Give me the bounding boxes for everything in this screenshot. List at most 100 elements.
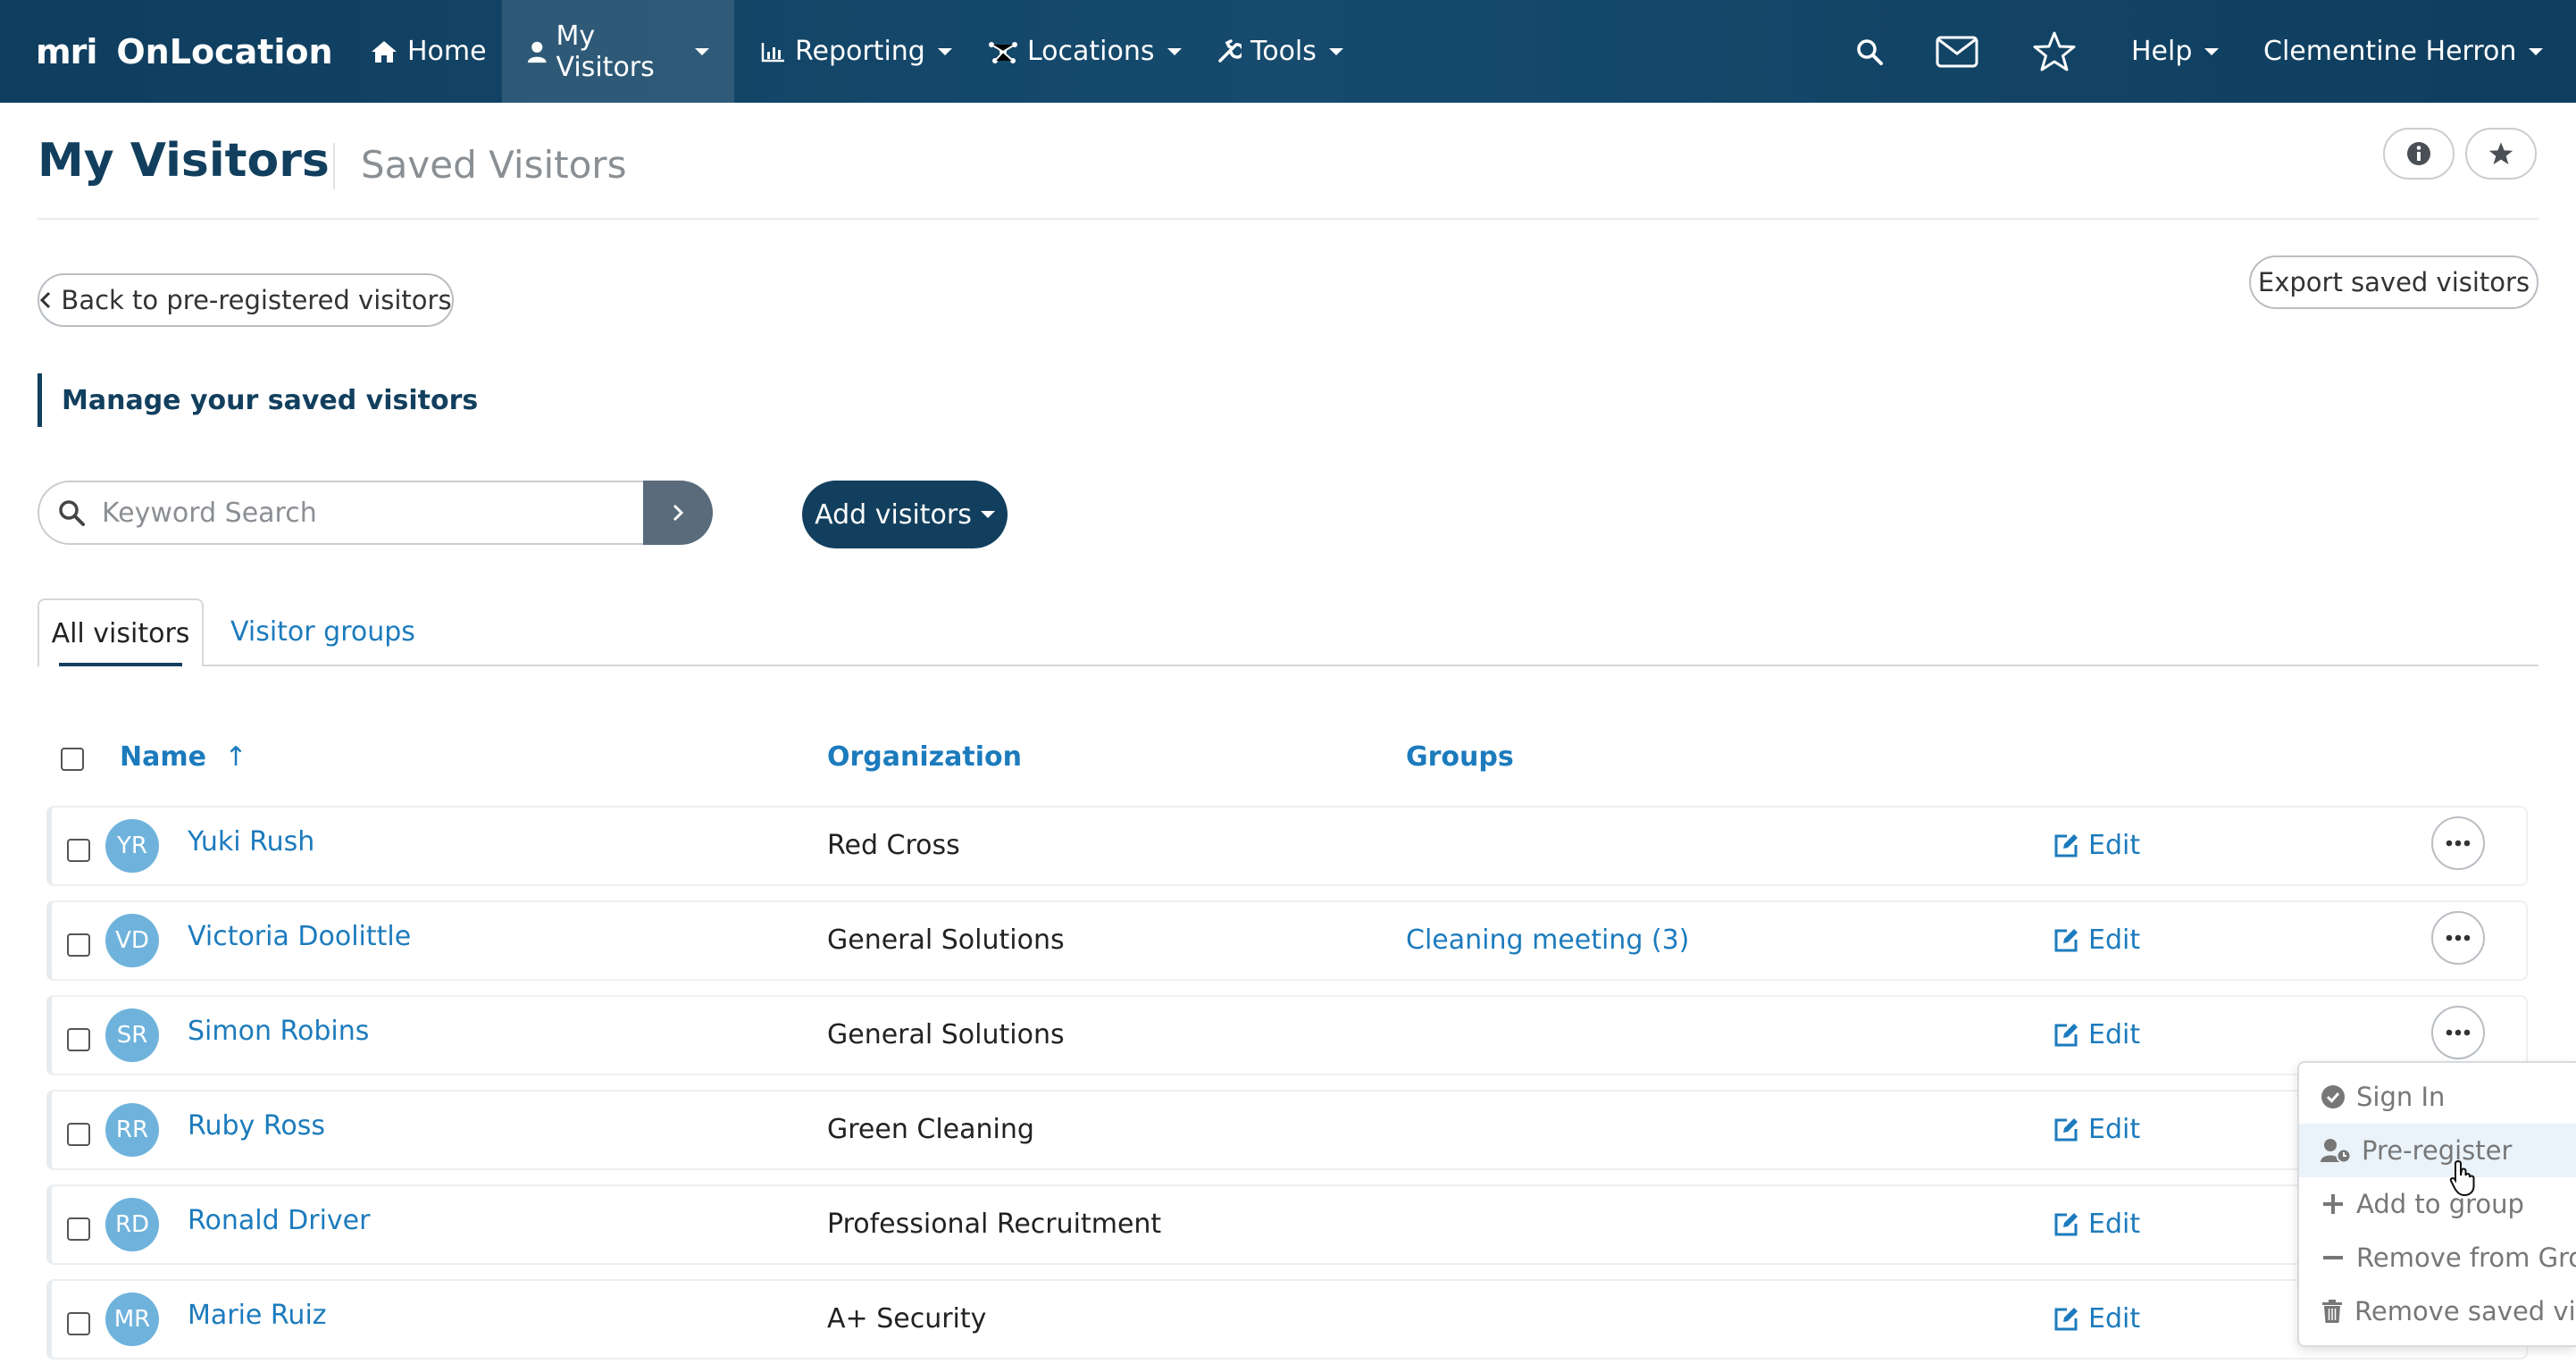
logo-text: OnLocation — [116, 32, 333, 71]
nav-reporting[interactable]: Reporting — [736, 0, 977, 103]
edit-button-label: Edit — [2088, 924, 2141, 956]
app-logo[interactable]: mri OnLocation — [36, 27, 333, 77]
chart-bar-icon — [761, 42, 784, 62]
user-name: Clementine Herron — [2263, 36, 2517, 67]
ellipsis-icon — [2446, 934, 2471, 941]
search-submit-button[interactable] — [643, 481, 713, 545]
select-all-checkbox[interactable] — [61, 748, 84, 771]
title-divider — [333, 143, 335, 189]
minus-icon — [2323, 1256, 2343, 1259]
nav-tools[interactable]: Tools — [1192, 0, 1368, 103]
nav-favorites[interactable] — [2028, 0, 2081, 103]
section-label: Manage your saved visitors — [38, 373, 478, 427]
chevron-down-icon — [980, 511, 995, 518]
visitor-organization: Green Cleaning — [827, 1114, 1034, 1145]
column-header-organization[interactable]: Organization — [827, 741, 1022, 773]
top-navbar: mri OnLocation Home My Visitors Reportin… — [0, 0, 2576, 103]
active-tab-indicator — [59, 663, 182, 666]
edit-icon — [2054, 1307, 2078, 1330]
row-checkbox[interactable] — [67, 1028, 90, 1051]
row-more-actions-button[interactable] — [2431, 911, 2485, 965]
visitor-organization: General Solutions — [827, 1019, 1065, 1050]
row-checkbox[interactable] — [67, 1312, 90, 1335]
visitor-group-link[interactable]: Cleaning meeting (3) — [1406, 924, 1689, 956]
add-visitors-label: Add visitors — [815, 498, 972, 531]
wrench-icon — [1218, 38, 1242, 63]
visitor-name-link[interactable]: Ruby Ross — [188, 1110, 325, 1142]
chevron-down-icon — [1167, 47, 1182, 55]
chevron-right-icon — [673, 504, 684, 522]
back-button-label: Back to pre-registered visitors — [61, 285, 452, 315]
menu-item-remove-from-group-label: Remove from Group — [2356, 1242, 2576, 1273]
edit-button[interactable]: Edit — [2053, 924, 2140, 956]
chevron-left-icon — [40, 291, 51, 309]
nav-search[interactable] — [1847, 0, 1892, 103]
chevron-down-icon — [937, 47, 952, 55]
edit-icon — [2054, 833, 2078, 857]
row-checkbox[interactable] — [67, 1123, 90, 1146]
edit-button[interactable]: Edit — [2053, 1209, 2140, 1240]
visitor-name-link[interactable]: Marie Ruiz — [188, 1300, 327, 1331]
edit-button[interactable]: Edit — [2053, 1114, 2140, 1145]
tab-visitor-groups[interactable]: Visitor groups — [230, 616, 415, 648]
nav-help[interactable]: Help — [2106, 0, 2244, 103]
sort-ascending-icon: ↑ — [224, 741, 247, 773]
menu-item-pre-register[interactable]: Pre-register — [2299, 1124, 2576, 1177]
row-more-actions-button[interactable] — [2431, 816, 2485, 870]
row-checkbox[interactable] — [67, 839, 90, 862]
visitor-name-link[interactable]: Yuki Rush — [188, 826, 314, 858]
nav-user-menu[interactable]: Clementine Herron — [2238, 0, 2568, 103]
menu-item-sign-in[interactable]: Sign In — [2299, 1070, 2576, 1124]
nav-my-visitors[interactable]: My Visitors — [502, 0, 734, 103]
menu-item-remove-from-group[interactable]: Remove from Group — [2299, 1231, 2576, 1284]
row-more-actions-button[interactable] — [2431, 1006, 2485, 1059]
visitor-name-link[interactable]: Simon Robins — [188, 1016, 369, 1047]
edit-button[interactable]: Edit — [2053, 1303, 2140, 1334]
menu-item-remove-saved-visitor[interactable]: Remove saved visitor — [2299, 1284, 2576, 1338]
row-checkbox[interactable] — [67, 933, 90, 957]
tabs-divider — [38, 665, 2538, 666]
nav-locations[interactable]: Locations — [963, 0, 1207, 103]
info-icon — [2407, 142, 2430, 165]
search-input[interactable] — [102, 497, 602, 529]
row-checkbox[interactable] — [67, 1217, 90, 1241]
table-row — [46, 806, 2528, 886]
nav-messages[interactable] — [1929, 0, 1985, 103]
column-header-name[interactable]: Name ↑ — [120, 741, 247, 773]
visitor-organization: Red Cross — [827, 830, 960, 861]
trash-icon — [2322, 1300, 2342, 1323]
edit-icon — [2054, 1212, 2078, 1235]
menu-item-sign-in-label: Sign In — [2356, 1082, 2446, 1112]
favorite-page-button[interactable] — [2465, 128, 2537, 180]
edit-button[interactable]: Edit — [2053, 1019, 2140, 1050]
nav-help-label: Help — [2131, 36, 2193, 67]
hand-cursor-icon — [2449, 1159, 2475, 1197]
table-row — [46, 1184, 2528, 1265]
edit-button[interactable]: Edit — [2053, 830, 2140, 861]
search-icon — [59, 500, 85, 526]
page-subtitle: Saved Visitors — [361, 143, 627, 187]
menu-item-pre-register-label: Pre-register — [2362, 1135, 2513, 1166]
chevron-down-icon — [2529, 47, 2544, 55]
table-row — [46, 1090, 2528, 1170]
chevron-down-icon — [695, 47, 709, 55]
info-button[interactable] — [2383, 128, 2455, 180]
user-icon — [527, 41, 547, 63]
avatar: MR — [105, 1293, 159, 1346]
menu-item-add-to-group[interactable]: Add to group — [2299, 1177, 2576, 1231]
nav-home[interactable]: Home — [345, 0, 512, 103]
user-clock-icon — [2321, 1139, 2351, 1163]
search-icon — [1857, 38, 1883, 65]
visitor-organization: A+ Security — [827, 1303, 987, 1334]
add-visitors-button[interactable]: Add visitors — [802, 481, 1008, 548]
table-row — [46, 1279, 2528, 1359]
edit-button-label: Edit — [2088, 1209, 2141, 1240]
visitor-name-link[interactable]: Ronald Driver — [188, 1205, 370, 1236]
export-button[interactable]: Export saved visitors — [2249, 255, 2538, 309]
visitor-name-link[interactable]: Victoria Doolittle — [188, 921, 411, 952]
row-actions-menu: Sign In Pre-register Add to group Remove… — [2297, 1061, 2576, 1347]
home-icon — [372, 40, 397, 63]
tab-all-visitors[interactable]: All visitors — [38, 598, 204, 666]
back-button[interactable]: Back to pre-registered visitors — [38, 273, 454, 327]
nav-home-label: Home — [407, 36, 487, 67]
